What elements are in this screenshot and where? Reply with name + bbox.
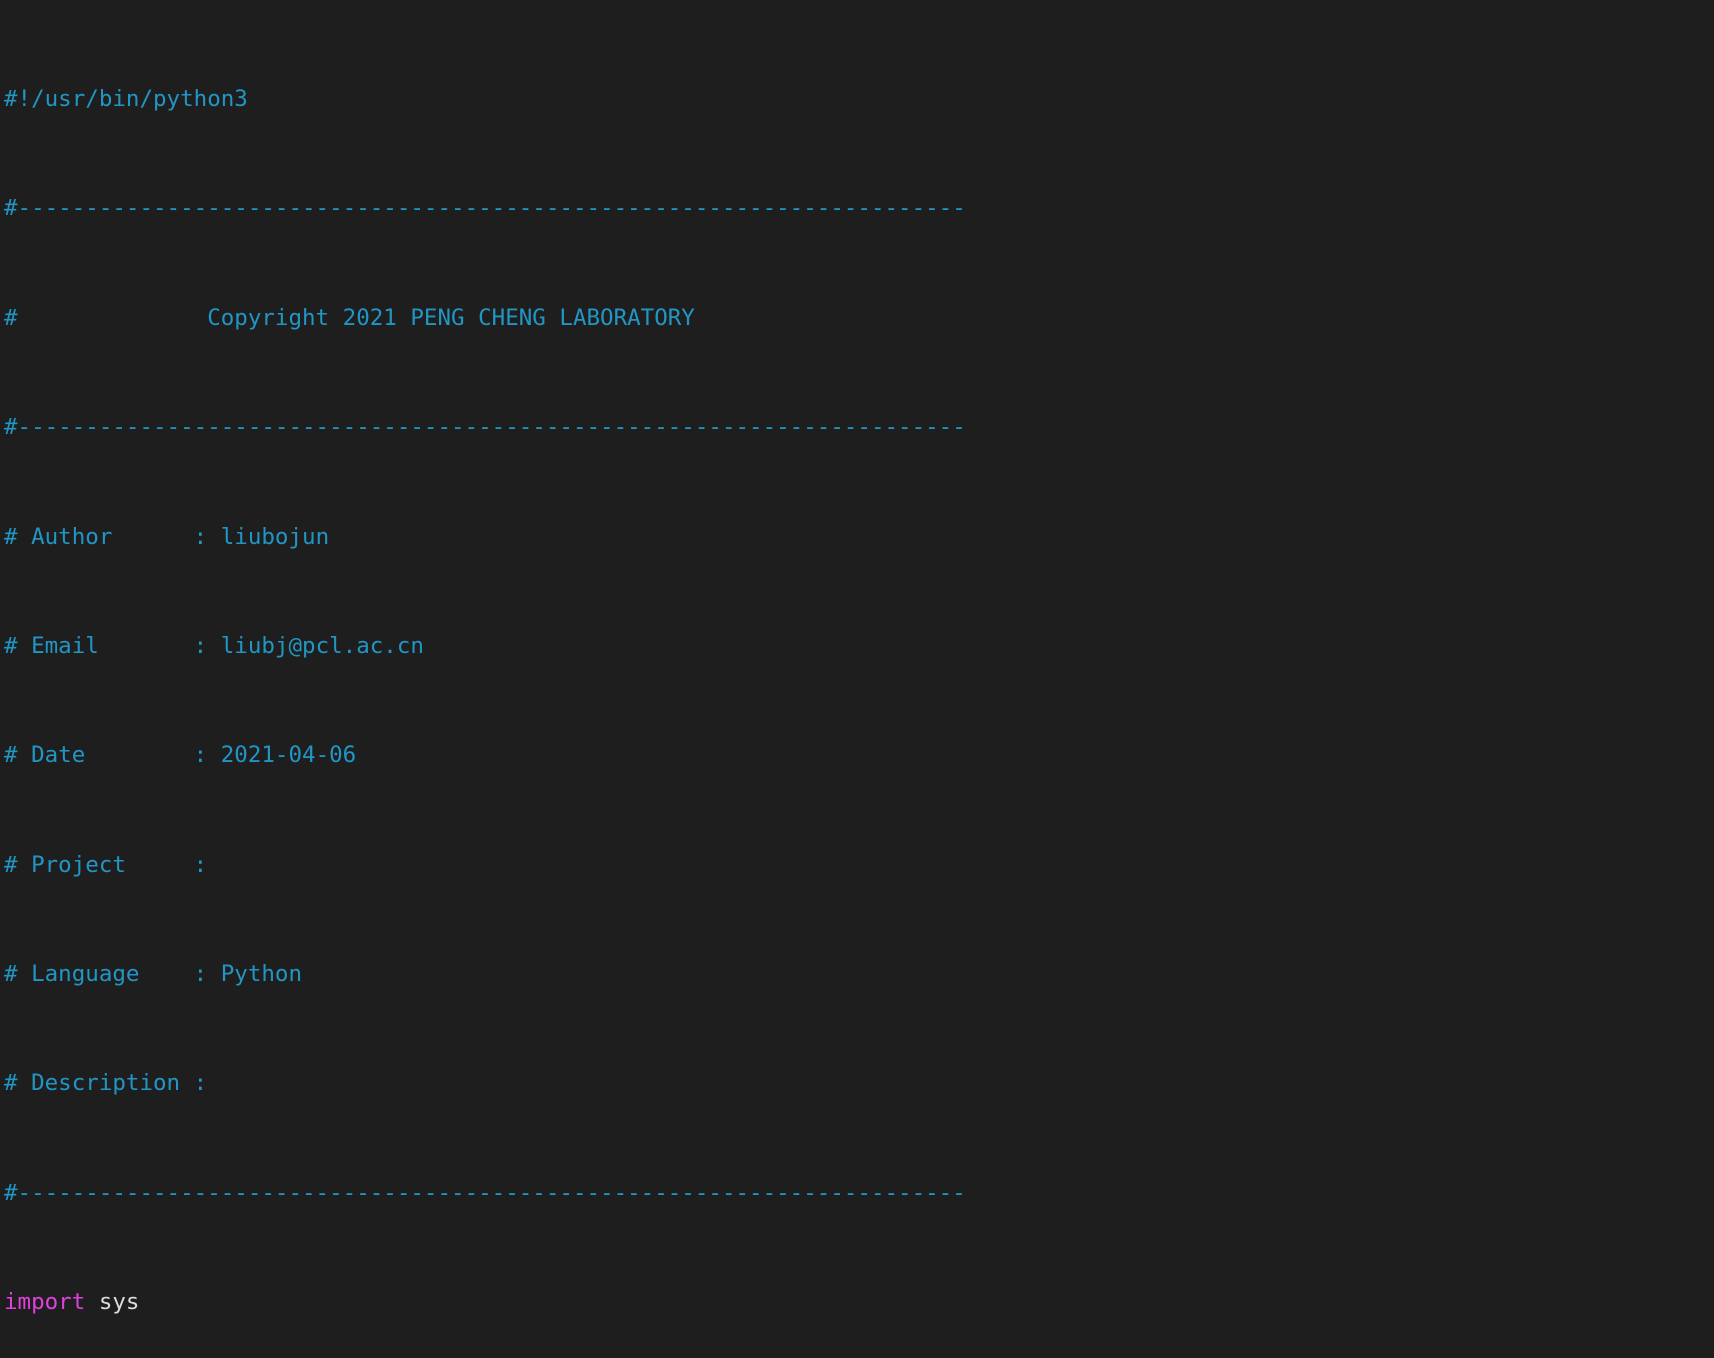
code-line-copyright: # Copyright 2021 PENG CHENG LABORATORY [4, 305, 1714, 332]
code-line-date: # Date : 2021-04-06 [4, 742, 1714, 769]
comment-field-label: # Email : [4, 632, 221, 659]
comment-field-value: liubojun [220, 523, 330, 550]
code-line-author: # Author : liubojun [4, 524, 1714, 551]
code-line-description: # Description : [4, 1070, 1714, 1097]
copyright-comment: # Copyright 2021 PENG CHENG LABORATORY [4, 304, 695, 331]
comment-field-label: # Description : [4, 1070, 221, 1097]
code-line-email: # Email : liubj@pcl.ac.cn [4, 633, 1714, 660]
code-line-rule-bottom: #---------------------------------------… [4, 1180, 1714, 1207]
comment-field-value: liubj@pcl.ac.cn [220, 632, 424, 659]
comment-rule: #---------------------------------------… [4, 195, 966, 222]
comment-rule: #---------------------------------------… [4, 1179, 966, 1206]
module-name: sys [98, 1289, 140, 1316]
keyword-import: import [4, 1289, 86, 1316]
code-line-rule-top: #---------------------------------------… [4, 195, 1714, 222]
comment-field-label: # Language : [4, 961, 221, 988]
shebang-comment: #!/usr/bin/python3 [4, 86, 248, 113]
comment-field-label: # Author : [4, 523, 221, 550]
code-line-shebang: #!/usr/bin/python3 [4, 86, 1714, 113]
comment-field-value: Python [220, 961, 303, 988]
code-line-rule-mid: #---------------------------------------… [4, 414, 1714, 441]
code-line-project: # Project : [4, 852, 1714, 879]
comment-rule: #---------------------------------------… [4, 414, 966, 441]
comment-field-value: 2021-04-06 [220, 742, 357, 769]
code-editor-viewport[interactable]: #!/usr/bin/python3 #--------------------… [0, 0, 1714, 1358]
code-line-import-sys: import sys [4, 1289, 1714, 1316]
comment-field-label: # Project : [4, 851, 221, 878]
code-line-language: # Language : Python [4, 961, 1714, 988]
comment-field-label: # Date : [4, 742, 221, 769]
